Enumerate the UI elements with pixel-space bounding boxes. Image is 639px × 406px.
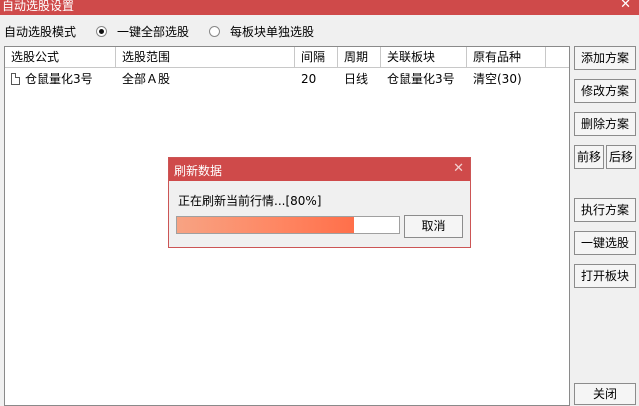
title-bar: 自动选股设置 ✕ <box>0 0 639 15</box>
dialog-title: 刷新数据 <box>174 164 223 178</box>
move-up-button[interactable]: 前移 <box>574 145 604 169</box>
radio-label: 一键全部选股 <box>117 25 190 39</box>
run-scheme-button[interactable]: 执行方案 <box>574 198 636 222</box>
radio-per-block[interactable]: 每板块单独选股 <box>209 23 314 40</box>
cell-existing: 清空(30) <box>473 72 522 86</box>
cell-period: 日线 <box>344 72 369 86</box>
progress-fill <box>177 217 354 233</box>
cell-formula: 仓鼠量化3号 <box>25 72 93 86</box>
move-down-button[interactable]: 后移 <box>606 145 636 169</box>
cancel-button[interactable]: 取消 <box>404 215 463 238</box>
cell-interval: 20 <box>301 72 317 86</box>
window-close-icon[interactable]: ✕ <box>620 0 631 12</box>
refresh-dialog: 刷新数据 ✕ 正在刷新当前行情...[80%] 取消 <box>168 157 471 248</box>
open-block-button[interactable]: 打开板块 <box>574 264 636 288</box>
document-icon <box>11 73 20 85</box>
column-header-linked-block[interactable]: 关联板块 <box>381 47 467 67</box>
close-button[interactable]: 关闭 <box>574 383 636 405</box>
edit-scheme-button[interactable]: 修改方案 <box>574 79 636 103</box>
window-title: 自动选股设置 <box>2 0 75 13</box>
column-header-existing[interactable]: 原有品种 <box>467 47 546 67</box>
progress-message: 正在刷新当前行情...[80%] <box>178 194 322 208</box>
column-header-period[interactable]: 周期 <box>338 47 381 67</box>
table-header: 选股公式 选股范围 间隔 周期 关联板块 原有品种 <box>5 47 569 68</box>
radio-unchecked-icon <box>209 26 220 37</box>
radio-checked-icon <box>96 26 107 37</box>
dialog-title-bar: 刷新数据 ✕ <box>169 158 470 181</box>
cell-range: 全部Ａ股 <box>122 72 171 86</box>
add-scheme-button[interactable]: 添加方案 <box>574 46 636 70</box>
delete-scheme-button[interactable]: 删除方案 <box>574 112 636 136</box>
column-header-interval[interactable]: 间隔 <box>295 47 338 67</box>
progress-bar <box>176 216 400 234</box>
one-click-select-button[interactable]: 一键选股 <box>574 231 636 255</box>
column-header-formula[interactable]: 选股公式 <box>5 47 116 67</box>
radio-one-click-all[interactable]: 一键全部选股 <box>96 23 189 40</box>
cell-linked-block: 仓鼠量化3号 <box>387 72 455 86</box>
column-header-range[interactable]: 选股范围 <box>116 47 295 67</box>
mode-label: 自动选股模式 <box>4 25 77 39</box>
radio-label: 每板块单独选股 <box>230 25 315 39</box>
dialog-close-icon[interactable]: ✕ <box>453 161 464 176</box>
